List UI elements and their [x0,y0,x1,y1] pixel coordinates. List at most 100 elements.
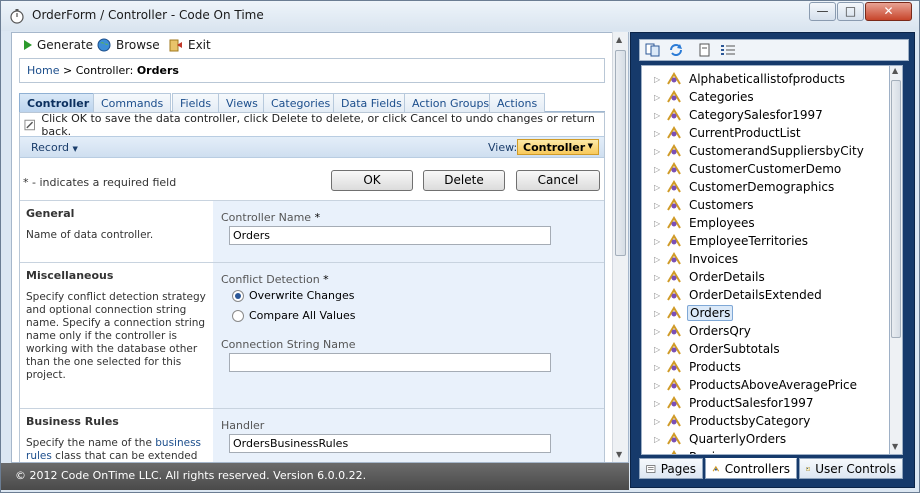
expand-arrow-icon[interactable]: ▷ [654,111,666,120]
tab-categories[interactable]: Categories [263,93,339,112]
tab-controller[interactable]: Controller [19,93,98,112]
expand-arrow-icon[interactable]: ▷ [654,435,666,444]
tab-commands[interactable]: Commands [93,93,172,112]
breadcrumb-separator: > [62,64,73,77]
controller-icon [667,162,681,175]
list-icon[interactable] [720,43,736,57]
tab-actions[interactable]: Actions [489,93,546,112]
expand-arrow-icon[interactable]: ▷ [654,345,666,354]
tab-data-fields[interactable]: Data Fields [333,93,410,112]
expand-arrow-icon[interactable]: ▷ [654,183,666,192]
expand-arrow-icon[interactable]: ▷ [654,453,666,455]
tab-controllers[interactable]: Controllers [705,458,797,479]
handler-input[interactable] [229,434,551,453]
expand-arrow-icon[interactable]: ▷ [654,255,666,264]
scroll-down-icon[interactable]: ▼ [616,450,622,459]
tree-item[interactable]: ▷ Region [642,448,732,455]
ok-button[interactable]: OK [331,170,413,191]
tree-item[interactable]: ▷ Products [642,358,743,376]
controller-icon [667,288,681,301]
expand-arrow-icon[interactable]: ▷ [654,291,666,300]
scroll-up-icon[interactable]: ▲ [616,35,622,44]
view-select[interactable]: Controller ▼ [517,139,599,155]
tree-item[interactable]: ▷ CustomerandSuppliersbyCity [642,142,866,160]
refresh-icon[interactable] [668,43,684,57]
tree-item[interactable]: ▷ ProductsAboveAveragePrice [642,376,859,394]
tree-scrollbar[interactable]: ▲ ▼ [889,65,903,455]
tree-item[interactable]: ▷ Invoices [642,250,740,268]
tree-item[interactable]: ▷ Categories [642,88,756,106]
tree-item[interactable]: ▷ Employees [642,214,757,232]
tree-item[interactable]: ▷ Orders [642,304,734,322]
tree-item[interactable]: ▷ OrderDetails [642,268,767,286]
expand-arrow-icon[interactable]: ▷ [654,237,666,246]
section-business-rules: Business Rules Specify the name of the b… [20,408,604,462]
tab-user-controls[interactable]: User Controls [799,458,903,479]
controller-icon [667,414,681,427]
tree-item[interactable]: ▷ ProductSalesfor1997 [642,394,816,412]
tree-item[interactable]: ▷ CustomerDemographics [642,178,836,196]
expand-arrow-icon[interactable]: ▷ [654,75,666,84]
delete-button[interactable]: Delete [423,170,505,191]
radio-dot-unchecked [232,309,244,322]
status-bar: © 2012 Code OnTime LLC. All rights reser… [1,463,629,490]
tab-views[interactable]: Views [218,93,266,112]
expand-arrow-icon[interactable]: ▷ [654,399,666,408]
tree-item-label: Customers [689,198,754,212]
tree-item-label: OrderSubtotals [689,342,780,356]
controller-name-input[interactable] [229,226,551,245]
move-icon[interactable] [645,43,661,57]
tree-item-label: Categories [689,90,754,104]
minimize-button[interactable]: — [809,2,836,21]
expand-arrow-icon[interactable]: ▷ [654,273,666,282]
tree-item[interactable]: ▷ OrderSubtotals [642,340,782,358]
controller-form: Click OK to save the data controller, cl… [19,112,605,462]
expand-arrow-icon[interactable]: ▷ [654,417,666,426]
connection-string-input[interactable] [229,353,551,372]
exit-button[interactable]: Exit [169,38,211,52]
tree-item[interactable]: ▷ QuarterlyOrders [642,430,788,448]
radio-overwrite-changes[interactable]: Overwrite Changes [232,289,354,302]
tree-item[interactable]: ▷ OrderDetailsExtended [642,286,824,304]
expand-arrow-icon[interactable]: ▷ [654,219,666,228]
tree-item[interactable]: ▷ EmployeeTerritories [642,232,810,250]
controller-icon [667,144,681,157]
tree-item[interactable]: ▷ CategorySalesfor1997 [642,106,825,124]
new-page-icon[interactable] [697,43,713,57]
expand-arrow-icon[interactable]: ▷ [654,201,666,210]
expand-arrow-icon[interactable]: ▷ [654,165,666,174]
breadcrumb-home-link[interactable]: Home [27,64,59,77]
tree-item[interactable]: ▷ OrdersQry [642,322,753,340]
close-button[interactable]: ✕ [865,2,912,21]
tree-item-label: CurrentProductList [689,126,801,140]
expand-arrow-icon[interactable]: ▷ [654,363,666,372]
tree-item[interactable]: ▷ CustomerCustomerDemo [642,160,843,178]
tree-item[interactable]: ▷ Alphabeticallistofproducts [642,70,847,88]
controller-icon [667,306,681,319]
connection-string-label: Connection String Name [221,338,356,351]
expand-arrow-icon[interactable]: ▷ [654,327,666,336]
expand-arrow-icon[interactable]: ▷ [654,93,666,102]
generate-button[interactable]: Generate [24,38,93,52]
maximize-button[interactable]: □ [837,2,864,21]
record-menu[interactable]: Record ▼ [31,141,78,154]
expand-arrow-icon[interactable]: ▷ [654,309,666,318]
main-scrollbar[interactable]: ▲ ▼ [612,32,628,462]
radio-compare-all-values[interactable]: Compare All Values [232,309,355,322]
controller-icon [667,324,681,337]
tab-action-groups[interactable]: Action Groups [404,93,498,112]
browse-button[interactable]: Browse [97,38,160,52]
scrollbar-thumb[interactable] [615,50,626,256]
expand-arrow-icon[interactable]: ▷ [654,147,666,156]
tree-item[interactable]: ▷ Customers [642,196,756,214]
tree-item[interactable]: ▷ CurrentProductList [642,124,803,142]
tab-fields[interactable]: Fields [172,93,220,112]
tab-pages[interactable]: Pages [639,458,703,479]
scroll-up-icon[interactable]: ▲ [892,66,898,75]
expand-arrow-icon[interactable]: ▷ [654,381,666,390]
tree-item[interactable]: ▷ ProductsbyCategory [642,412,812,430]
scroll-down-icon[interactable]: ▼ [892,442,898,451]
tree-scrollbar-thumb[interactable] [891,80,901,338]
expand-arrow-icon[interactable]: ▷ [654,129,666,138]
cancel-button[interactable]: Cancel [516,170,600,191]
